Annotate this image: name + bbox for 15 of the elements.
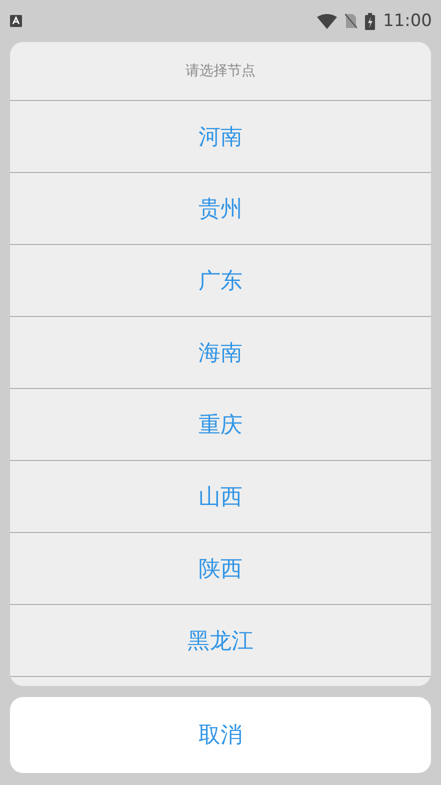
cancel-button[interactable]: 取消 — [10, 697, 431, 773]
option-item[interactable]: 海南 — [10, 317, 431, 389]
option-item[interactable]: 重庆 — [10, 389, 431, 461]
option-item[interactable]: 广东 — [10, 245, 431, 317]
wifi-icon — [317, 14, 337, 28]
option-item[interactable]: 山西 — [10, 461, 431, 533]
battery-charging-icon — [365, 12, 375, 30]
notification-icon — [9, 14, 23, 28]
option-item[interactable]: 河南 — [10, 101, 431, 173]
option-item[interactable]: 黑龙江 — [10, 605, 431, 677]
option-item[interactable]: 陕西 — [10, 533, 431, 605]
clock: 11:00 — [383, 11, 432, 31]
no-sim-icon — [345, 13, 357, 29]
option-item[interactable]: 贵州 — [10, 173, 431, 245]
dialog-title: 请选择节点 — [10, 42, 431, 101]
